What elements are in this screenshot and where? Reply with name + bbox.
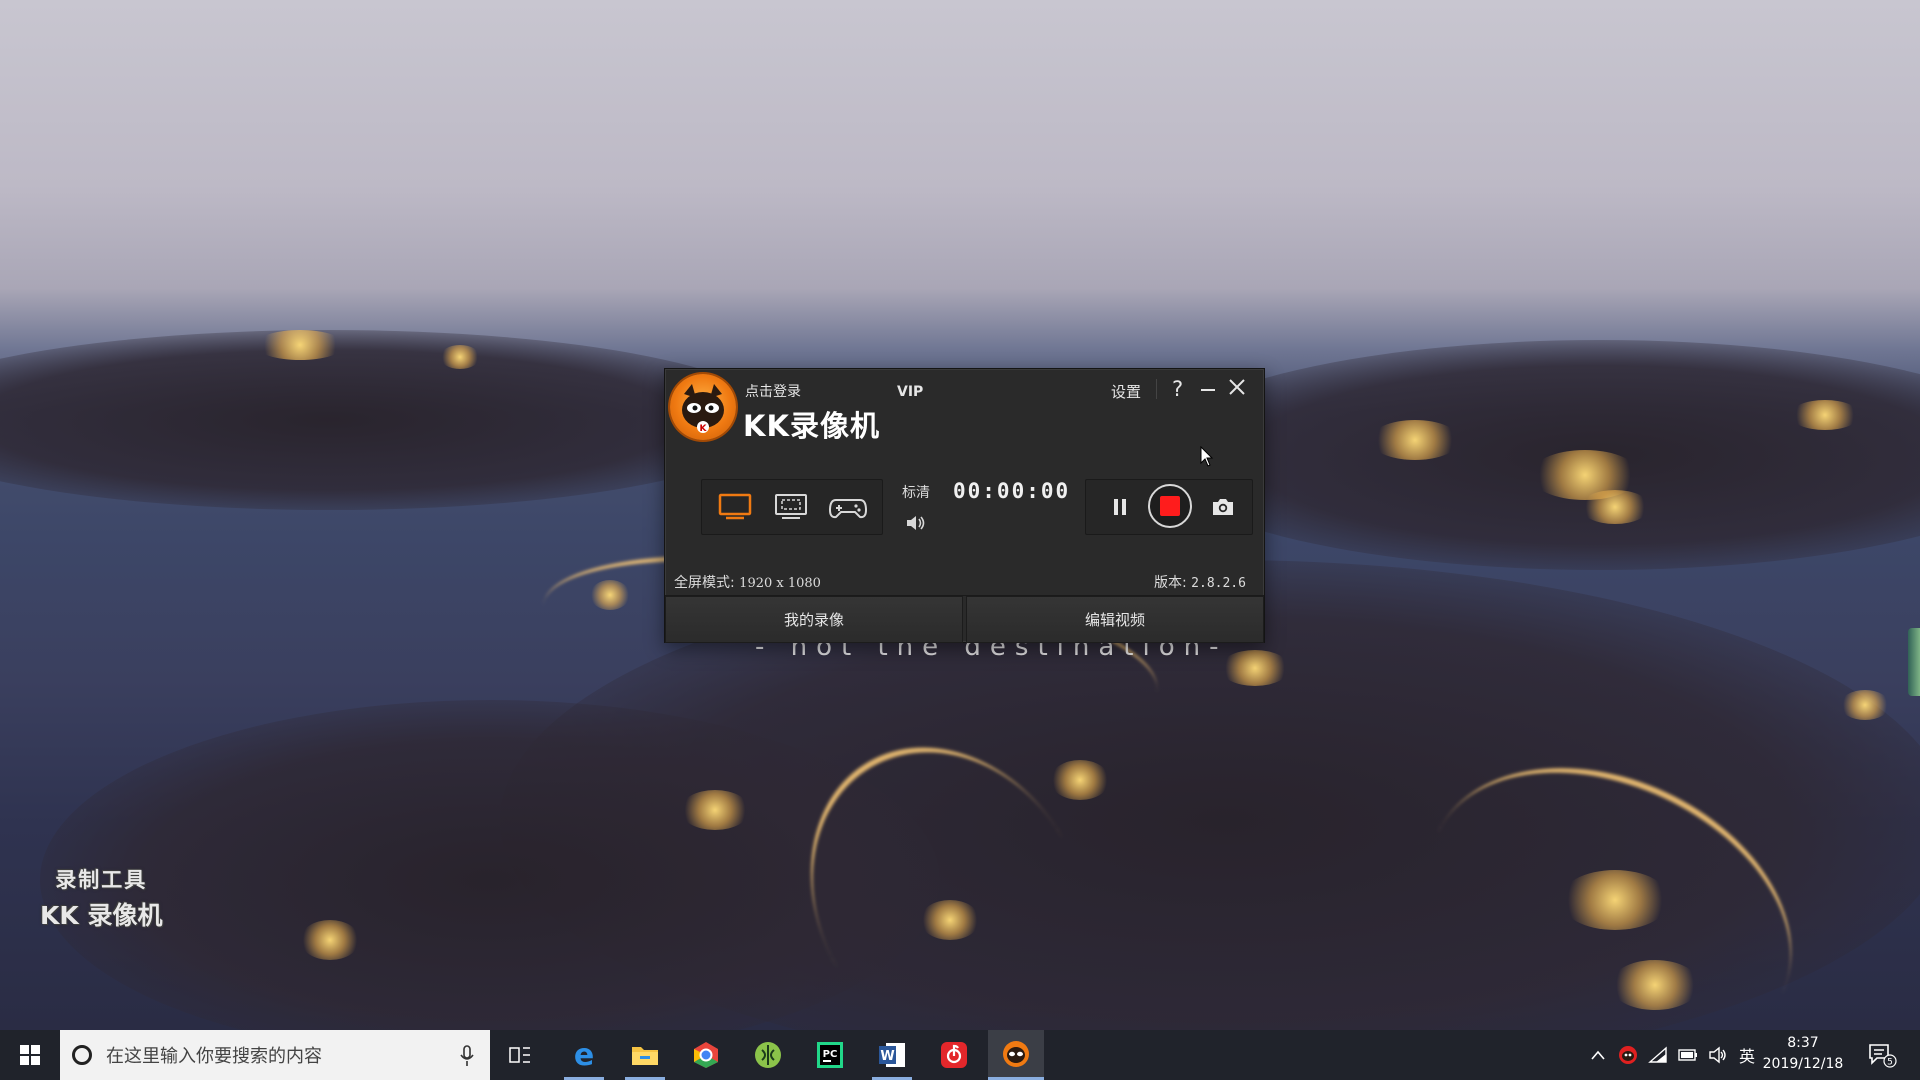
bottom-tabs: 我的录像 编辑视频 — [665, 595, 1264, 643]
stop-square-icon — [1160, 496, 1180, 516]
quality-selector[interactable]: 标清 — [902, 482, 930, 502]
taskbar-file-explorer[interactable] — [617, 1030, 673, 1080]
region-monitor-icon — [775, 494, 807, 519]
vip-link[interactable]: VIP — [897, 384, 923, 400]
recording-mode-group — [701, 479, 883, 535]
my-recordings-button[interactable]: 我的录像 — [665, 596, 963, 643]
search-placeholder: 在这里输入你要搜索的内容 — [106, 1046, 322, 1067]
camera-icon — [1213, 499, 1233, 515]
windows-logo-icon — [20, 1045, 40, 1065]
microphone-icon[interactable] — [460, 1045, 474, 1067]
task-view-icon — [509, 1047, 530, 1063]
clock-time: 8:37 — [1787, 1035, 1819, 1051]
volume-button[interactable] — [905, 514, 927, 532]
volume-icon — [1709, 1046, 1726, 1064]
green-app-icon — [755, 1042, 781, 1068]
game-mode-button[interactable] — [828, 492, 868, 522]
version-info: 版本: 2.8.2.6 — [1154, 572, 1246, 592]
pause-icon — [1114, 499, 1126, 515]
kk-logo-icon[interactable]: K — [670, 374, 736, 440]
speaker-icon — [907, 516, 925, 530]
pycharm-icon: PC — [817, 1042, 843, 1068]
mode-info: 全屏模式: 1920 x 1080 — [674, 572, 821, 592]
wifi-icon — [1648, 1046, 1667, 1063]
mouse-cursor-icon — [1200, 446, 1214, 467]
edit-video-button[interactable]: 编辑视频 — [966, 596, 1264, 643]
word-icon: W — [879, 1043, 905, 1067]
taskbar-chrome[interactable] — [678, 1030, 734, 1080]
screenshot-button[interactable] — [1210, 496, 1236, 518]
svg-text:K: K — [700, 424, 708, 434]
gamepad-icon — [828, 499, 868, 519]
edge-widget-tab[interactable] — [1908, 628, 1920, 696]
help-button[interactable]: ? — [1172, 377, 1183, 401]
taskbar-netease-music[interactable] — [926, 1030, 982, 1080]
kk-recorder-window: K 点击登录 VIP KK录像机 设置 ? 标清 00:00:00 全屏模式: … — [664, 368, 1265, 643]
taskbar-green-app[interactable] — [740, 1030, 796, 1080]
cortana-icon — [72, 1045, 92, 1065]
recording-controls — [1085, 479, 1253, 535]
taskbar-search[interactable]: 在这里输入你要搜索的内容 — [60, 1030, 490, 1080]
edge-icon: e — [574, 1040, 594, 1070]
svg-text:e: e — [574, 1040, 594, 1070]
battery-icon — [1678, 1049, 1697, 1061]
show-hidden-icons-button[interactable] — [1584, 1030, 1612, 1080]
watermark-line1: 录制工具 — [55, 868, 148, 892]
taskbar-kk-recorder[interactable] — [988, 1030, 1044, 1080]
titlebar-divider — [1156, 379, 1157, 399]
minimize-button[interactable] — [1201, 389, 1215, 391]
fullscreen-monitor-icon — [718, 493, 752, 520]
version-label: 版本: — [1154, 575, 1187, 591]
notification-count: 5 — [1887, 1058, 1893, 1068]
kk-recorder-taskbar-icon — [1003, 1040, 1029, 1067]
action-center-button[interactable]: 5 — [1862, 1030, 1902, 1080]
start-button[interactable] — [0, 1030, 60, 1080]
mode-info-label: 全屏模式: — [674, 575, 735, 591]
app-title: KK录像机 — [743, 409, 880, 443]
recording-timer: 00:00:00 — [953, 479, 1071, 503]
chevron-up-icon — [1591, 1050, 1605, 1060]
record-stop-button[interactable] — [1148, 484, 1192, 528]
kk-tray-icon — [1619, 1046, 1637, 1064]
watermark-line2: KK 录像机 — [40, 901, 163, 930]
chrome-icon — [694, 1042, 718, 1068]
kk-watermark: 录制工具 KK 录像机 — [40, 864, 162, 932]
netease-music-icon — [941, 1042, 967, 1068]
settings-button[interactable]: 设置 — [1111, 381, 1141, 402]
region-mode-button[interactable] — [772, 492, 810, 522]
login-link[interactable]: 点击登录 — [745, 381, 801, 401]
tray-kk-recorder[interactable] — [1614, 1030, 1642, 1080]
tray-clock[interactable]: 8:37 2019/12/18 — [1760, 1033, 1846, 1075]
taskbar-pycharm[interactable]: PC — [802, 1030, 858, 1080]
mode-resolution: 1920 x 1080 — [739, 576, 821, 591]
clock-date: 2019/12/18 — [1762, 1056, 1844, 1072]
taskbar: 在这里输入你要搜索的内容 e PC W 英 8:37 2019/12/18 5 — [0, 1030, 1920, 1080]
tray-battery[interactable] — [1674, 1030, 1702, 1080]
close-button[interactable] — [1228, 378, 1246, 396]
pause-button[interactable] — [1110, 496, 1130, 518]
taskbar-word[interactable]: W — [864, 1030, 920, 1080]
fullscreen-mode-button[interactable] — [716, 492, 754, 522]
svg-text:PC: PC — [823, 1049, 838, 1060]
version-number: 2.8.2.6 — [1191, 576, 1246, 591]
ime-indicator[interactable]: 英 — [1734, 1030, 1760, 1080]
folder-icon — [632, 1047, 658, 1065]
close-icon — [1229, 379, 1245, 395]
tray-network[interactable] — [1644, 1030, 1672, 1080]
taskbar-edge[interactable]: e — [556, 1030, 612, 1080]
notification-icon: 5 — [1869, 1044, 1897, 1068]
tray-volume[interactable] — [1704, 1030, 1732, 1080]
svg-text:W: W — [880, 1049, 894, 1064]
task-view-button[interactable] — [492, 1030, 548, 1080]
